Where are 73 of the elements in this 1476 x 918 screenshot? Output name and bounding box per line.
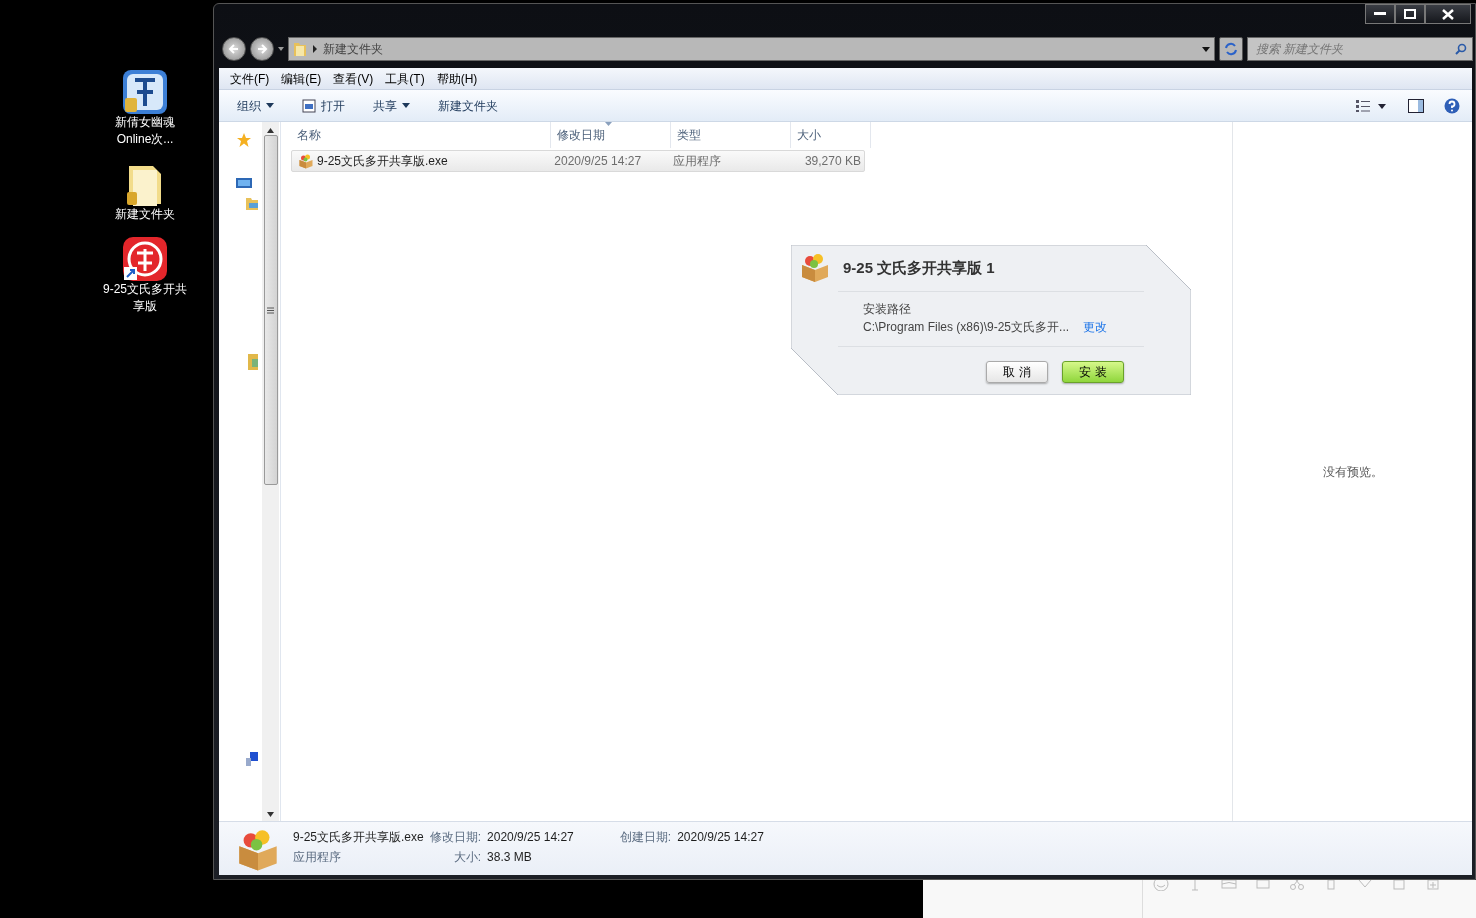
caret-icon[interactable]: [278, 47, 284, 51]
minimize-icon: [1374, 12, 1386, 16]
menu-item[interactable]: 帮助(H): [431, 69, 483, 88]
toolbar-button[interactable]: 共享: [365, 93, 418, 118]
details-label: 创建日期:: [619, 829, 672, 846]
caret-icon[interactable]: [1202, 46, 1210, 52]
minimize-button[interactable]: [1365, 4, 1395, 24]
maximize-button[interactable]: [1395, 4, 1425, 24]
monitor-icon[interactable]: [236, 178, 252, 190]
install-path: C:\Program Files (x86)\9-25文氏多开...: [863, 320, 1070, 334]
install-path-label: 安装路径: [863, 301, 912, 318]
chevron-icon: [313, 45, 317, 53]
desktop-icon-label[interactable]: 9-25文氏多开共享版: [102, 281, 188, 315]
maximize-icon: [1404, 9, 1416, 19]
details-label: 修改日期:: [429, 829, 482, 846]
details-value: 2020/9/25 14:27: [677, 829, 764, 846]
window-icon: [302, 98, 316, 113]
forward-button[interactable]: [250, 37, 274, 61]
search-field[interactable]: 搜索 新建文件夹: [1247, 37, 1473, 61]
toolbar-button[interactable]: 打开: [294, 93, 353, 118]
address-bar[interactable]: 新建文件夹: [288, 37, 1215, 61]
caret-icon: [266, 103, 274, 108]
details-file-name: 9-25文氏多开共享版.exe: [293, 829, 424, 846]
close-icon: [1442, 8, 1454, 20]
toolbar-button[interactable]: 新建文件夹: [430, 93, 506, 118]
star-icon[interactable]: [236, 132, 252, 148]
file-type: 应用程序: [671, 153, 722, 170]
details-label: 大小:: [452, 849, 482, 866]
column-header[interactable]: 名称: [291, 122, 551, 148]
desktop-icon-label[interactable]: 新建文件夹: [102, 206, 188, 223]
preview-pane-icon[interactable]: [1408, 98, 1424, 113]
cancel-button[interactable]: 取 消: [986, 361, 1048, 383]
menu-item[interactable]: 文件(F): [225, 69, 275, 88]
change-link[interactable]: 更改: [1083, 320, 1108, 334]
caret-icon: [402, 103, 410, 108]
view-options-icon[interactable]: [1356, 99, 1386, 112]
details-value: 2020/9/25 14:27: [487, 829, 574, 846]
details-value: 38.3 MB: [487, 849, 533, 866]
no-preview-text: 没有预览。: [1322, 463, 1383, 481]
column-header[interactable]: 修改日期: [551, 122, 671, 148]
app-icon[interactable]: [123, 237, 167, 281]
search-icon[interactable]: [1455, 43, 1467, 55]
desktop-icon-label[interactable]: 新倩女幽魂 Online次...: [102, 114, 188, 148]
refresh-icon: [1224, 42, 1238, 56]
dialog-title: 9-25 文氏多开共享版 1: [843, 257, 995, 278]
help-icon[interactable]: [1444, 97, 1460, 114]
back-button[interactable]: [222, 37, 246, 61]
breadcrumb[interactable]: 新建文件夹: [323, 40, 383, 58]
folder-icon: [293, 41, 307, 57]
column-header[interactable]: 大小: [791, 122, 871, 148]
package-icon: [298, 153, 314, 169]
computer-icon[interactable]: [246, 752, 258, 766]
scroll-thumb[interactable]: [263, 135, 278, 485]
column-header[interactable]: 类型: [671, 122, 791, 148]
app-icon[interactable]: [123, 70, 167, 114]
refresh-button[interactable]: [1219, 37, 1243, 61]
close-button[interactable]: [1425, 4, 1471, 24]
file-date: 2020/9/25 14:27: [553, 153, 643, 170]
clipboard-icon[interactable]: [1425, 880, 1441, 891]
forward-arrow-icon: [256, 43, 268, 55]
install-button[interactable]: 安 装: [1062, 361, 1124, 383]
menu-item[interactable]: 查看(V): [328, 69, 379, 88]
back-arrow-icon: [228, 43, 240, 55]
menu-item[interactable]: 编辑(E): [276, 69, 327, 88]
menu-item[interactable]: 工具(T): [380, 69, 430, 88]
scrollbar[interactable]: [262, 122, 279, 821]
file-row[interactable]: 9-25文氏多开共享版.exe 2020/9/25 14:27 应用程序 39,270 KB: [291, 150, 865, 172]
toolbar-button[interactable]: 组织: [229, 93, 282, 118]
file-size: 39,270 KB: [803, 153, 862, 170]
down-arrow-icon[interactable]: [267, 812, 274, 817]
details-type: 应用程序: [293, 849, 342, 866]
up-arrow-icon[interactable]: [267, 128, 274, 133]
file-name: 9-25文氏多开共享版.exe: [317, 153, 448, 170]
